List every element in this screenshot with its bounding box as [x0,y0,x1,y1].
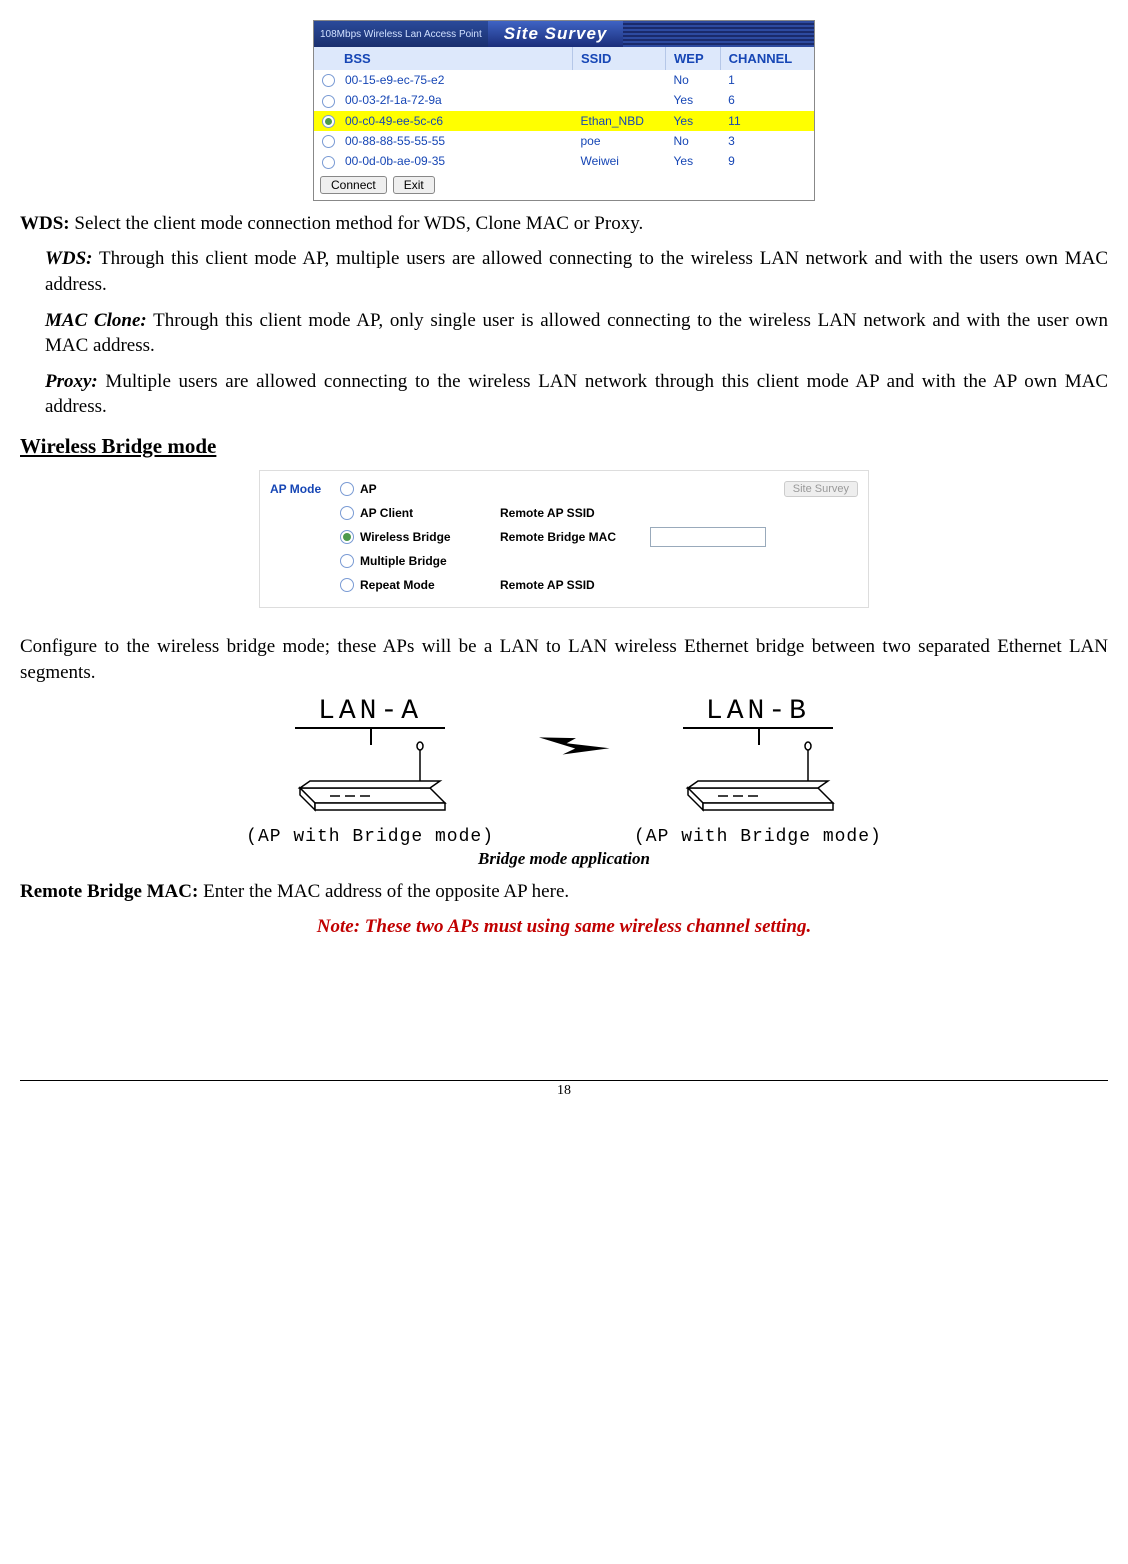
site-survey-window: 108Mbps Wireless Lan Access Point Site S… [313,20,815,201]
channel-cell: 6 [720,90,814,110]
channel-cell: 11 [720,111,814,131]
ssid-cell [573,70,666,90]
radio-ap-client-label: AP Client [360,506,413,520]
wds-intro: WDS: Select the client mode connection m… [20,211,1108,237]
channel-cell: 1 [720,70,814,90]
bss-cell: 00-03-2f-1a-72-9a [345,93,442,107]
col-bss: BSS [314,47,573,70]
remote-bridge-mac-label: Remote Bridge MAC [500,530,650,544]
row-radio[interactable] [322,156,335,169]
lan-b-line [683,727,833,729]
radio-ap[interactable] [340,482,354,496]
exit-button[interactable]: Exit [393,176,435,194]
col-channel: CHANNEL [720,47,814,70]
page-content: 108Mbps Wireless Lan Access Point Site S… [20,20,1108,1099]
wds-para: WDS: Through this client mode AP, multip… [45,246,1108,297]
proxy-para: Proxy: Multiple users are allowed connec… [45,369,1108,420]
remote-ap-ssid-label: Remote AP SSID [500,506,650,520]
site-survey-button[interactable]: Site Survey [784,481,858,497]
radio-ap-client[interactable] [340,506,354,520]
radio-multiple-bridge-label: Multiple Bridge [360,554,447,568]
ssid-cell: poe [573,131,666,151]
proxy-label: Proxy: [45,371,98,392]
remote-bridge-mac-input[interactable] [650,527,766,547]
table-row[interactable]: 00-88-88-55-55-55 poe No 3 [314,131,814,151]
ssid-cell: Weiwei [573,151,666,171]
wds-intro-body: Select the client mode connection method… [70,213,644,234]
bss-cell: 00-88-88-55-55-55 [345,134,445,148]
wep-cell: Yes [666,90,721,110]
table-row-selected[interactable]: 00-c0-49-ee-5c-c6 Ethan_NBD Yes 11 [314,111,814,131]
bridge-side-b: LAN-B (AP with Bridge mode) [634,696,882,847]
wep-cell: Yes [666,151,721,171]
lan-a-line [295,727,445,729]
figure-caption: Bridge mode application [20,849,1108,869]
ap-mode-panel: AP Mode AP Site Survey AP Client Remote … [259,470,869,608]
row-radio[interactable] [322,135,335,148]
ssid-cell: Ethan_NBD [573,111,666,131]
banner-stripe [623,21,814,47]
wds-body: Through this client mode AP, multiple us… [45,248,1108,295]
channel-cell: 9 [720,151,814,171]
bss-cell: 00-15-e9-ec-75-e2 [345,73,444,87]
remote-bridge-para: Remote Bridge MAC: Enter the MAC address… [20,879,1108,905]
radio-multiple-bridge[interactable] [340,554,354,568]
radio-repeat-mode[interactable] [340,578,354,592]
ssid-cell [573,90,666,110]
channel-cell: 3 [720,131,814,151]
lan-b-label: LAN-B [634,696,882,727]
footer-divider [20,1080,1108,1081]
ap-caption-a: (AP with Bridge mode) [246,827,494,847]
wep-cell: No [666,70,721,90]
radio-ap-label: AP [360,482,377,496]
connect-button[interactable]: Connect [320,176,387,194]
remote-ap-ssid-label-2: Remote AP SSID [500,578,650,592]
bss-cell: 00-c0-49-ee-5c-c6 [345,114,443,128]
wds-intro-label: WDS: [20,213,70,234]
table-row[interactable]: 00-15-e9-ec-75-e2 No 1 [314,70,814,90]
wep-cell: Yes [666,111,721,131]
lan-a-label: LAN-A [246,696,494,727]
radio-repeat-mode-label: Repeat Mode [360,578,435,592]
wireless-link-icon [509,715,619,828]
ap-device-icon [668,733,848,823]
row-radio[interactable] [322,74,335,87]
bridge-diagram: LAN-A (AP with Bridge mode) [20,696,1108,847]
ap-device-icon [280,733,460,823]
ap-caption-b: (AP with Bridge mode) [634,827,882,847]
mac-label: MAC Clone: [45,310,147,331]
bridge-side-a: LAN-A (AP with Bridge mode) [246,696,494,847]
remote-bridge-body: Enter the MAC address of the opposite AP… [198,881,569,902]
proxy-body: Multiple users are allowed connecting to… [45,371,1108,418]
section-wireless-bridge: Wireless Bridge mode [20,432,1108,460]
radio-wireless-bridge[interactable] [340,530,354,544]
site-survey-banner: 108Mbps Wireless Lan Access Point Site S… [314,21,814,47]
row-radio[interactable] [322,95,335,108]
table-row[interactable]: 00-03-2f-1a-72-9a Yes 6 [314,90,814,110]
col-ssid: SSID [573,47,666,70]
wep-cell: No [666,131,721,151]
bss-cell: 00-0d-0b-ae-09-35 [345,154,445,168]
row-radio-selected[interactable] [322,115,335,128]
radio-wireless-bridge-label: Wireless Bridge [360,530,451,544]
table-row[interactable]: 00-0d-0b-ae-09-35 Weiwei Yes 9 [314,151,814,171]
page-number: 18 [20,1083,1108,1099]
mac-clone-para: MAC Clone: Through this client mode AP, … [45,308,1108,359]
mac-body: Through this client mode AP, only single… [45,310,1108,357]
banner-title: Site Survey [488,21,624,47]
bridge-para: Configure to the wireless bridge mode; t… [20,634,1108,685]
apmode-title: AP Mode [270,482,340,496]
col-wep: WEP [666,47,721,70]
site-survey-table: BSS SSID WEP CHANNEL 00-15-e9-ec-75-e2 N… [314,47,814,172]
table-header-row: BSS SSID WEP CHANNEL [314,47,814,70]
remote-bridge-label: Remote Bridge MAC: [20,881,198,902]
wds-label: WDS: [45,248,93,269]
banner-tag: 108Mbps Wireless Lan Access Point [314,29,482,40]
note-text: Note: These two APs must using same wire… [20,914,1108,940]
